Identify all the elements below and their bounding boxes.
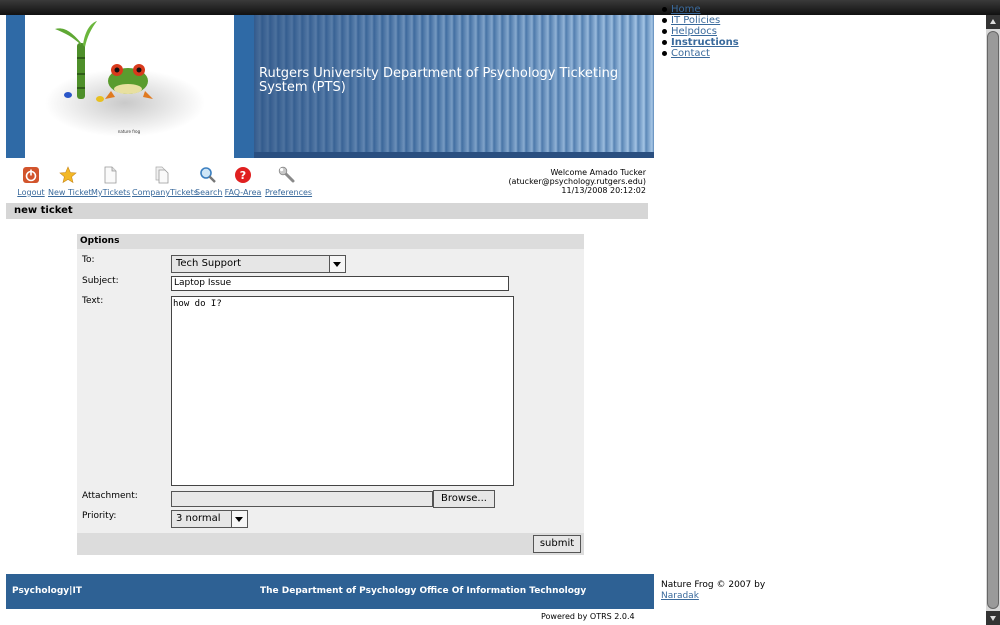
- nav-item-contact: Contact: [660, 48, 780, 59]
- attachment-input[interactable]: [171, 491, 433, 507]
- toolbar-search[interactable]: Search: [195, 166, 222, 197]
- logout-link[interactable]: Logout: [17, 188, 45, 197]
- faq-area-link[interactable]: FAQ-Area: [224, 188, 262, 197]
- footer-left-text: Psychology|IT: [12, 586, 82, 596]
- header-left-strip: [6, 15, 25, 158]
- submit-bar: submit: [77, 533, 584, 555]
- help-icon: ?: [235, 167, 251, 183]
- welcome-name: Welcome Amado Tucker: [550, 168, 646, 177]
- nav-item-home: Home: [660, 4, 780, 15]
- new-ticket-link[interactable]: New Ticket: [48, 188, 92, 197]
- nav-item-it-policies: IT Policies: [660, 15, 780, 26]
- star-icon: [59, 166, 77, 184]
- nav-link-instructions[interactable]: Instructions: [671, 37, 739, 48]
- logo: nature frog: [25, 15, 234, 158]
- credit-link[interactable]: Naradak: [661, 591, 699, 601]
- attachment-label: Attachment:: [82, 491, 138, 501]
- options-header: Options: [77, 234, 584, 249]
- nav-item-instructions: Instructions: [660, 37, 780, 48]
- document-icon: [104, 166, 117, 184]
- right-nav: Home IT Policies Helpdocs Instructions C…: [660, 4, 780, 59]
- magnifier-icon: [200, 167, 216, 183]
- footer-center-text: The Department of Psychology Office Of I…: [260, 586, 587, 596]
- credit: Nature Frog © 2007 by Naradak: [661, 580, 765, 602]
- page-title-bar: new ticket: [6, 203, 648, 219]
- subject-input[interactable]: Laptop Issue: [171, 276, 509, 291]
- welcome-email: (atucker@psychology.rutgers.edu): [508, 177, 646, 186]
- to-label: To:: [82, 255, 95, 265]
- toolbar-my-tickets[interactable]: MyTickets: [91, 166, 130, 197]
- toolbar-new-ticket[interactable]: New Ticket: [48, 166, 92, 197]
- frog-logo-image: nature frog: [45, 21, 205, 137]
- browse-button[interactable]: Browse...: [433, 490, 495, 508]
- svg-text:?: ?: [240, 169, 246, 182]
- my-tickets-link[interactable]: MyTickets: [91, 188, 130, 197]
- scrollbar-thumb[interactable]: [987, 31, 999, 609]
- credit-text: Nature Frog © 2007 by: [661, 580, 766, 590]
- toolbar-preferences[interactable]: Preferences: [265, 166, 312, 197]
- header-banner: Rutgers University Department of Psychol…: [254, 15, 654, 158]
- logo-caption: nature frog: [118, 129, 141, 134]
- scrollbar[interactable]: [986, 15, 1000, 625]
- priority-label: Priority:: [82, 511, 117, 521]
- chevron-down-icon[interactable]: [231, 511, 247, 527]
- site-title: Rutgers University Department of Psychol…: [259, 66, 619, 95]
- scroll-up-icon[interactable]: [986, 15, 1000, 29]
- welcome-info: Welcome Amado Tucker (atucker@psychology…: [470, 168, 646, 195]
- to-select-value: Tech Support: [176, 258, 242, 269]
- priority-select[interactable]: 3 normal: [171, 510, 248, 528]
- priority-select-value: 3 normal: [176, 513, 221, 524]
- toolbar-faq-area[interactable]: ? FAQ-Area: [224, 166, 262, 197]
- nav-link-helpdocs[interactable]: Helpdocs: [671, 26, 717, 37]
- powered-by: Powered by OTRS 2.0.4: [541, 612, 635, 621]
- toolbar-company-tickets[interactable]: CompanyTickets: [132, 166, 198, 197]
- text-area[interactable]: how do I?: [171, 296, 514, 486]
- chevron-down-icon[interactable]: [329, 256, 345, 272]
- nav-item-helpdocs: Helpdocs: [660, 26, 780, 37]
- scroll-down-icon[interactable]: [986, 611, 1000, 625]
- wrench-icon: [278, 166, 295, 183]
- preferences-link[interactable]: Preferences: [265, 188, 312, 197]
- to-select[interactable]: Tech Support: [171, 255, 346, 273]
- submit-button[interactable]: submit: [533, 535, 581, 553]
- nav-link-it-policies[interactable]: IT Policies: [671, 15, 720, 26]
- power-icon: [23, 167, 39, 183]
- options-title: Options: [80, 236, 120, 246]
- footer-bar: Psychology|IT The Department of Psycholo…: [6, 574, 654, 609]
- nav-link-home[interactable]: Home: [671, 4, 701, 15]
- toolbar-logout[interactable]: Logout: [17, 166, 45, 197]
- page-title: new ticket: [14, 205, 73, 216]
- new-ticket-form: Options To: Tech Support Subject: Laptop…: [77, 234, 584, 555]
- text-label: Text:: [82, 296, 104, 306]
- header-mid-strip: [234, 15, 254, 158]
- company-tickets-link[interactable]: CompanyTickets: [132, 188, 198, 197]
- search-link[interactable]: Search: [195, 188, 222, 197]
- nav-link-contact[interactable]: Contact: [671, 48, 710, 59]
- subject-label: Subject:: [82, 276, 119, 286]
- welcome-timestamp: 11/13/2008 20:12:02: [561, 186, 646, 195]
- browser-top-bar: [0, 0, 1000, 15]
- documents-icon: [155, 166, 169, 184]
